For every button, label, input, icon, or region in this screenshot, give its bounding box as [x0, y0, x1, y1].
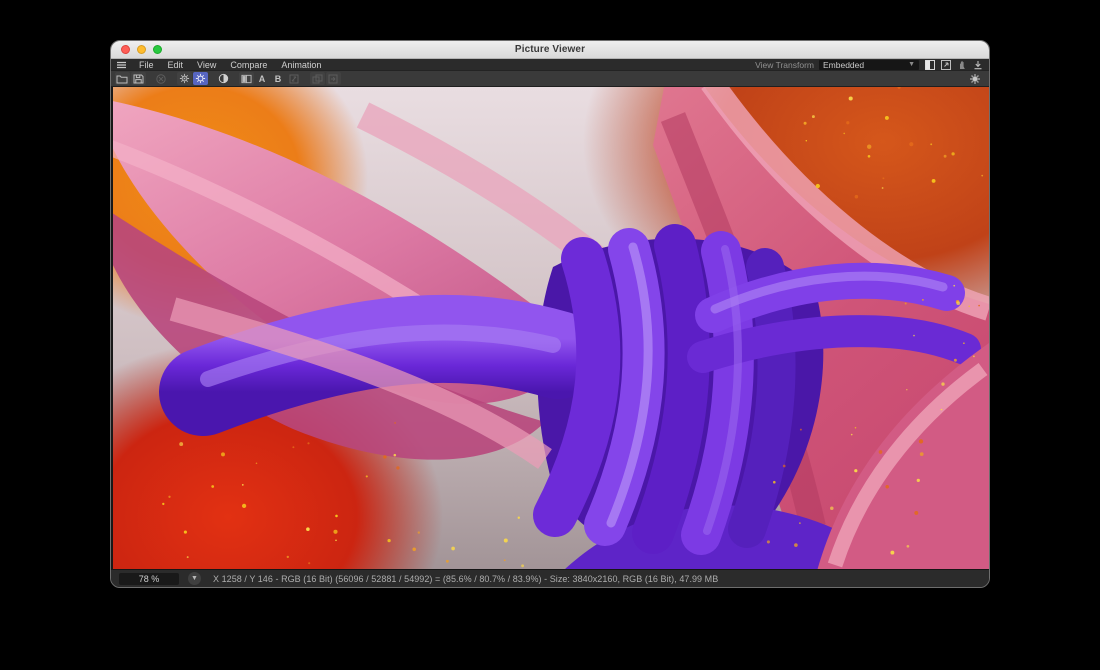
toolbar: A B — [111, 71, 989, 87]
ab-compare-button[interactable] — [239, 72, 254, 85]
hand-tool-icon[interactable] — [956, 59, 967, 70]
set-a-button[interactable]: A — [255, 72, 270, 85]
view-transform-label: View Transform — [755, 60, 814, 70]
title-bar[interactable]: Picture Viewer — [111, 41, 989, 59]
desktop-background: Picture Viewer File Edit View Compare An… — [0, 0, 1100, 670]
traffic-lights — [111, 41, 162, 58]
zoom-window-button[interactable] — [153, 45, 162, 54]
contrast-icon-button[interactable] — [216, 72, 231, 85]
minimize-window-button[interactable] — [137, 45, 146, 54]
menu-file[interactable]: File — [132, 60, 161, 70]
close-window-button[interactable] — [121, 45, 130, 54]
menu-bar: File Edit View Compare Animation View Tr… — [111, 59, 989, 71]
copy-button[interactable] — [310, 72, 325, 85]
stop-render-button[interactable] — [154, 72, 169, 85]
hamburger-menu-icon[interactable] — [117, 61, 126, 69]
open-folder-button[interactable] — [115, 72, 130, 85]
window-title: Picture Viewer — [111, 44, 989, 55]
dock-download-icon[interactable] — [972, 59, 983, 70]
save-button[interactable] — [131, 72, 146, 85]
menu-compare[interactable]: Compare — [223, 60, 274, 70]
zoom-dropdown-button[interactable]: ▼ — [188, 572, 201, 585]
set-b-button[interactable]: B — [271, 72, 286, 85]
view-transform-dropdown[interactable]: Embedded ▼ — [819, 60, 919, 70]
paste-button[interactable] — [326, 72, 341, 85]
menu-animation[interactable]: Animation — [274, 60, 328, 70]
display-gear-button[interactable] — [193, 72, 208, 85]
split-view-icon[interactable] — [924, 59, 935, 70]
menu-view[interactable]: View — [190, 60, 223, 70]
status-bar: 78 % ▼ X 1258 / Y 146 - RGB (16 Bit) (56… — [111, 569, 989, 587]
view-transform-value: Embedded — [823, 60, 864, 70]
picture-viewer-window: Picture Viewer File Edit View Compare An… — [110, 40, 990, 588]
rendered-image — [113, 87, 989, 571]
zoom-level-input[interactable]: 78 % — [119, 573, 179, 585]
chevron-down-icon: ▼ — [908, 61, 915, 68]
swap-ab-button[interactable] — [287, 72, 302, 85]
render-settings-gear-button[interactable] — [177, 72, 192, 85]
image-viewport[interactable] — [111, 87, 989, 571]
navigator-burst-icon[interactable] — [968, 72, 983, 85]
pixel-info-text: X 1258 / Y 146 - RGB (16 Bit) (56096 / 5… — [213, 574, 718, 584]
detach-window-icon[interactable] — [940, 59, 951, 70]
set-b-label: B — [275, 74, 282, 84]
menu-edit[interactable]: Edit — [161, 60, 191, 70]
set-a-label: A — [259, 74, 266, 84]
